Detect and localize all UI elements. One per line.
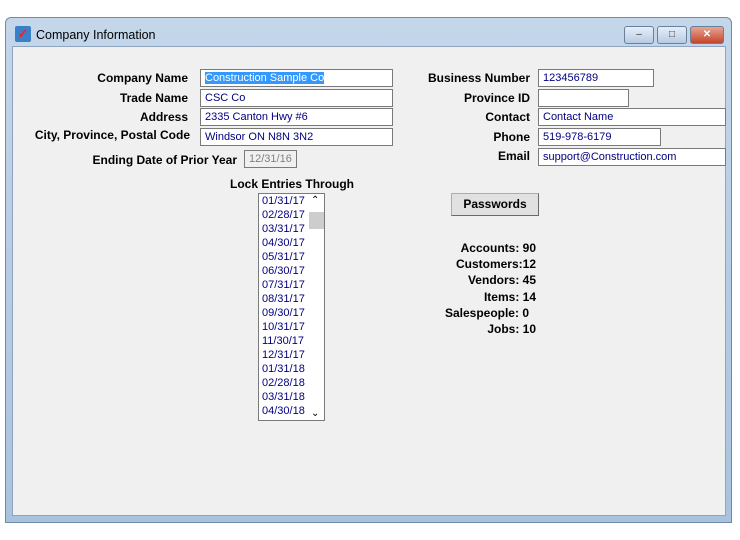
lock-entries-list[interactable]: 01/31/17 02/28/17 03/31/17 04/30/17 05/31/17… xyxy=(258,193,325,421)
app-icon: ✓ xyxy=(15,26,31,42)
company-name-value: Construction Sample Co xyxy=(205,72,325,84)
maximize-button[interactable]: □ xyxy=(657,26,687,44)
scroll-down-icon[interactable]: ⌄ xyxy=(311,408,319,419)
stat-count: Customers:12 xyxy=(455,257,536,272)
stat-count: Jobs: 10 xyxy=(487,322,536,336)
minimize-button[interactable]: – xyxy=(624,26,654,44)
stat-count: Salespeople: 0 xyxy=(444,305,529,320)
scroll-up-icon[interactable]: ⌃ xyxy=(311,195,319,206)
stat-count: Vendors: 45 xyxy=(467,273,536,288)
address-label: Address xyxy=(139,110,188,124)
province-id-input[interactable] xyxy=(538,89,629,107)
list-scrollbar[interactable]: ⌃ ⌄ xyxy=(308,194,324,420)
lock-entries-label: Lock Entries Through xyxy=(230,177,355,191)
close-button[interactable]: ✕ xyxy=(690,26,724,44)
city-label: City, Province, Postal Code xyxy=(34,128,190,142)
province-id-label: Province ID xyxy=(463,91,530,105)
trade-name-label: Trade Name xyxy=(119,91,188,105)
scroll-thumb[interactable] xyxy=(309,212,324,229)
address-input[interactable]: 2335 Canton Hwy #6 xyxy=(200,108,393,126)
city-input[interactable]: Windsor ON N8N 3N2 xyxy=(200,128,393,146)
business-number-input[interactable]: 123456789 xyxy=(538,69,654,87)
contact-label: Contact xyxy=(485,110,530,124)
email-label: Email xyxy=(497,149,530,163)
ending-date-label: Ending Date of Prior Year xyxy=(92,153,237,167)
trade-name-input[interactable]: CSC Co xyxy=(200,89,393,107)
stat-count: Accounts: 90 xyxy=(460,241,536,255)
company-name-input[interactable]: Construction Sample Co xyxy=(200,69,393,87)
ending-date-input: 12/31/16 xyxy=(244,150,297,168)
passwords-button[interactable]: Passwords xyxy=(451,193,539,216)
phone-label: Phone xyxy=(493,130,530,144)
stat-count: Items: 14 xyxy=(483,289,536,304)
window-title: Company Information xyxy=(36,28,156,42)
email-input[interactable]: support@Construction.com xyxy=(538,148,726,166)
business-number-label: Business Number xyxy=(427,71,530,85)
contact-input[interactable]: Contact Name xyxy=(538,108,726,126)
company-name-label: Company Name xyxy=(97,71,188,85)
phone-input[interactable]: 519-978-6179 xyxy=(538,128,661,146)
